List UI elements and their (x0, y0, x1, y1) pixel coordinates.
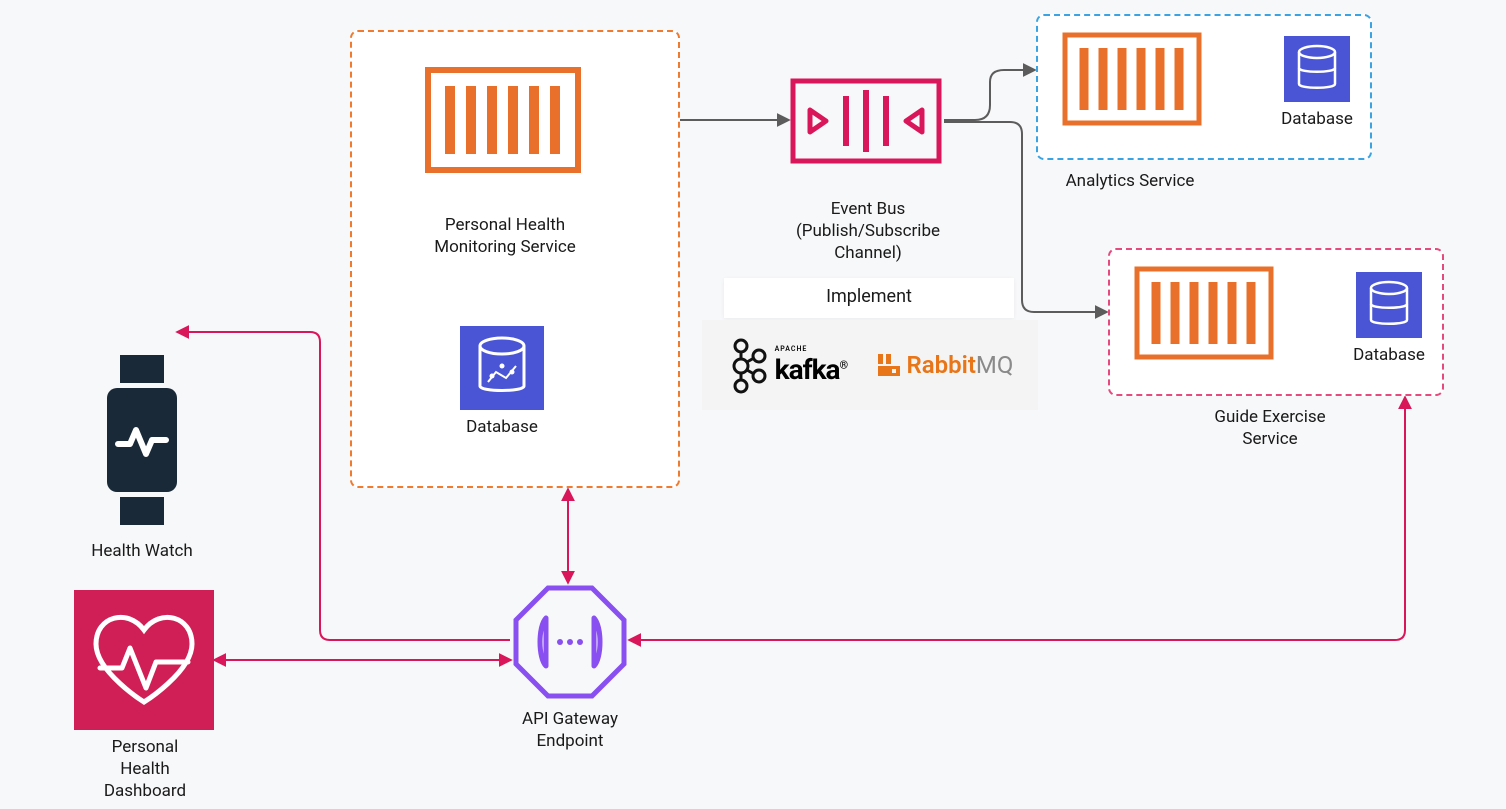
api-gateway-label: API Gateway Endpoint (510, 708, 630, 752)
guide-container-icon (1134, 266, 1274, 364)
health-watch-label: Health Watch (72, 540, 212, 562)
analytics-container-icon (1062, 32, 1202, 130)
rabbitmq-logo: RabbitMQ (876, 351, 1013, 379)
kafka-text: kafka (775, 353, 840, 386)
dashboard-icon (74, 590, 214, 734)
analytics-db-label: Database (1280, 108, 1354, 130)
rabbit-text: Rabbit (906, 351, 975, 379)
health-watch-icon (102, 350, 182, 534)
event-bus-label: Event Bus (Publish/Subscribe Channel) (778, 198, 958, 264)
analytics-label: Analytics Service (1040, 170, 1220, 192)
conn-eventbus-analytics (944, 70, 1034, 120)
api-gateway-icon (510, 582, 630, 706)
guide-db-label: Database (1352, 344, 1426, 366)
implement-label: Implement (826, 286, 912, 307)
broker-logos: APACHE kafka® RabbitMQ (702, 320, 1038, 410)
phm-service-label: Personal Health Monitoring Service (420, 214, 590, 258)
implement-panel: Implement (724, 278, 1014, 318)
rabbit-mq: MQ (976, 351, 1013, 379)
phm-container-icon (424, 66, 582, 178)
kafka-logo: APACHE kafka® (727, 336, 848, 394)
dashboard-label: Personal Health Dashboard (90, 736, 200, 802)
guide-database-icon (1356, 272, 1422, 342)
analytics-database-icon (1284, 36, 1350, 106)
phm-database-icon (460, 326, 544, 414)
guide-label: Guide Exercise Service (1180, 406, 1360, 450)
kafka-apache: APACHE (775, 345, 808, 353)
event-bus-icon (790, 78, 942, 168)
phm-database-label: Database (460, 416, 544, 438)
